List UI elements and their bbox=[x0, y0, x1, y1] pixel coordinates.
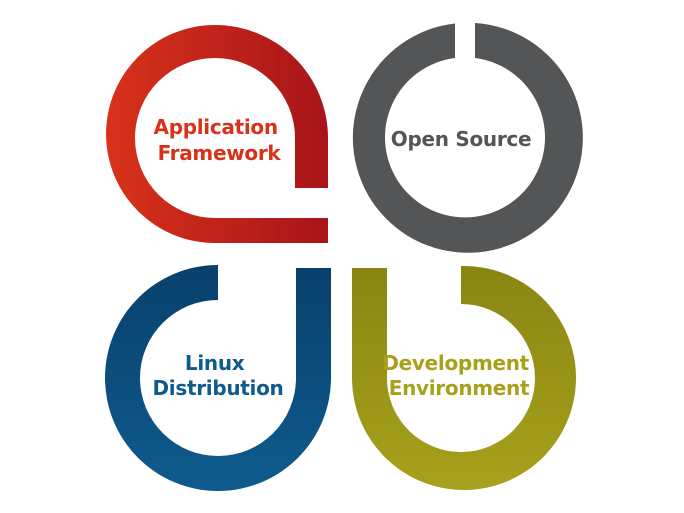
ring-open-source: Open Source bbox=[352, 23, 583, 253]
label-development-environment: Development Environment bbox=[382, 351, 535, 400]
label-application-framework-line-2: Framework bbox=[158, 141, 282, 165]
label-application-framework-line-1: Application bbox=[154, 115, 278, 139]
label-development-environment-line-1: Development bbox=[382, 351, 529, 375]
label-application-framework: Application Framework bbox=[154, 115, 285, 165]
four-rings-diagram: Application Framework Open Source Linux … bbox=[105, 23, 583, 491]
label-development-environment-line-2: Environment bbox=[389, 376, 530, 400]
label-linux-distribution-line-1: Linux bbox=[185, 351, 245, 375]
ring-linux-distribution: Linux Distribution bbox=[105, 265, 331, 491]
label-linux-distribution: Linux Distribution bbox=[153, 351, 284, 400]
ring-application-framework: Application Framework bbox=[106, 25, 328, 243]
ring-development-environment: Development Environment bbox=[352, 265, 576, 490]
label-open-source: Open Source bbox=[391, 127, 531, 151]
label-linux-distribution-line-2: Distribution bbox=[153, 376, 284, 400]
